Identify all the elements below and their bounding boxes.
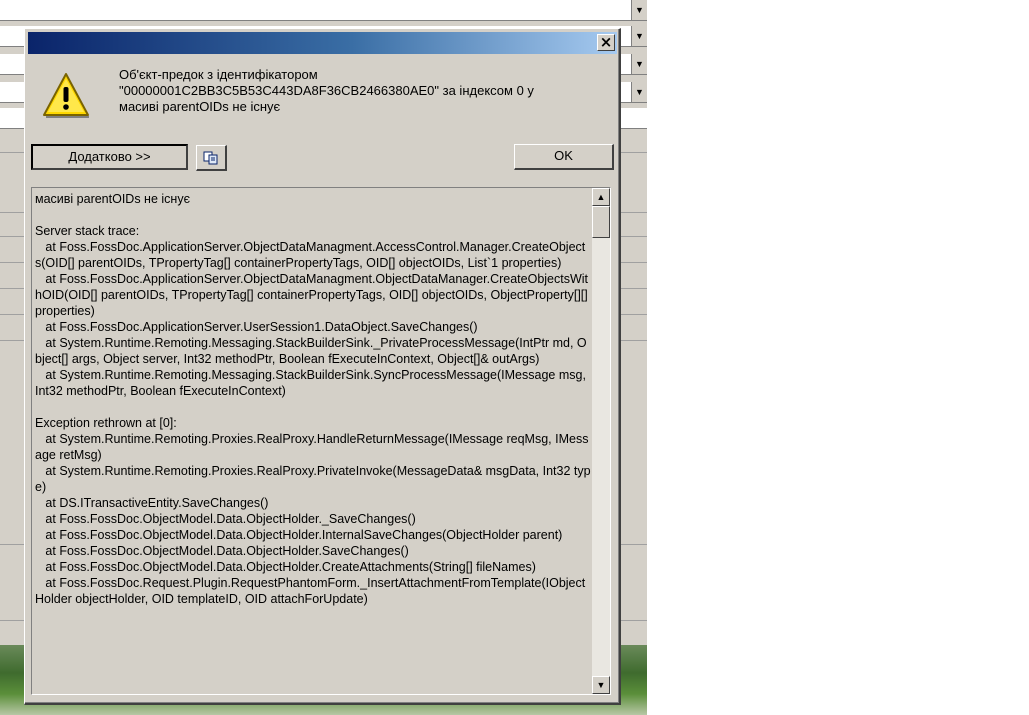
dialog-titlebar[interactable]: × xyxy=(28,32,617,54)
close-icon: × xyxy=(599,33,613,51)
stack-trace-text: масиві parentOIDs не існує Server stack … xyxy=(35,192,591,606)
scrollbar-thumb[interactable] xyxy=(592,206,610,238)
copy-icon xyxy=(203,151,218,165)
details-textbox[interactable]: масиві parentOIDs не існує Server stack … xyxy=(31,187,611,695)
vertical-scrollbar[interactable]: ▲ ▼ xyxy=(592,188,610,694)
background-field[interactable]: ▼ xyxy=(0,0,647,21)
copy-button[interactable] xyxy=(196,145,227,171)
chevron-down-icon[interactable]: ▼ xyxy=(631,82,647,102)
warning-icon xyxy=(43,73,89,118)
scroll-down-icon[interactable]: ▼ xyxy=(592,676,610,694)
chevron-down-icon[interactable]: ▼ xyxy=(631,26,647,46)
more-details-button[interactable]: Додатково >> xyxy=(31,144,188,170)
error-dialog: × Об'єкт-предок з ідентифікатором "00000… xyxy=(24,28,621,705)
close-button[interactable]: × xyxy=(597,34,615,51)
error-message: Об'єкт-предок з ідентифікатором "0000000… xyxy=(119,67,534,114)
chevron-down-icon[interactable]: ▼ xyxy=(631,54,647,74)
scroll-up-icon[interactable]: ▲ xyxy=(592,188,610,206)
chevron-down-icon[interactable]: ▼ xyxy=(631,0,647,20)
ok-button[interactable]: OK xyxy=(514,144,614,170)
